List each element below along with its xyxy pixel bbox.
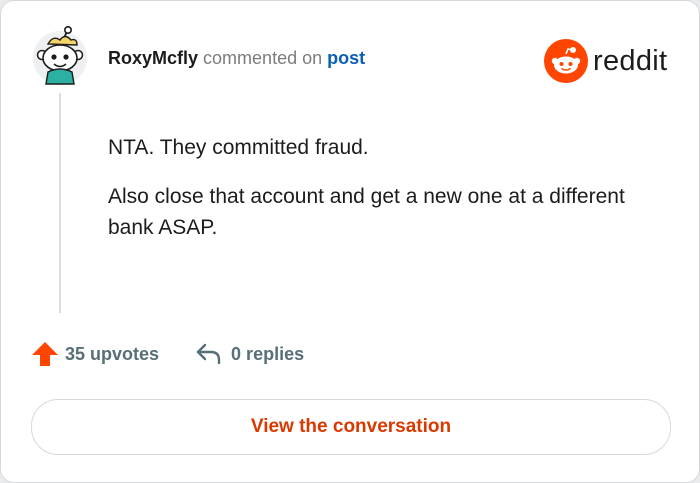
username-link[interactable]: RoxyMcfly [108,48,198,68]
reply-arrow-icon [196,343,221,365]
comment-paragraph: Also close that account and get a new on… [108,185,625,239]
reddit-snoo-icon [544,39,588,83]
upvote-button[interactable]: 35 upvotes [31,341,159,367]
post-link[interactable]: post [327,48,365,68]
reddit-logo[interactable]: reddit [544,39,667,83]
comment-body: NTA. They committed fraud. Also close th… [108,132,668,261]
comment-paragraph: NTA. They committed fraud. [108,136,369,159]
view-conversation-button[interactable]: View the conversation [31,399,671,455]
comment-header: RoxyMcfly commented on post [108,48,365,69]
replies-button[interactable]: 0 replies [195,342,304,366]
upvote-count: 35 upvotes [65,343,160,364]
comment-stats: 35 upvotes 0 replies [31,341,304,367]
thread-line [59,93,61,313]
reply-count: 0 replies [231,343,305,364]
user-avatar[interactable] [31,25,89,87]
comment-embed-card: RoxyMcfly commented on post reddit NTA. … [0,0,700,483]
reddit-wordmark: reddit [593,44,668,77]
commented-on-text: commented on [203,48,323,68]
upvote-arrow-icon [32,342,58,366]
snoo-avatar-icon [33,25,87,85]
